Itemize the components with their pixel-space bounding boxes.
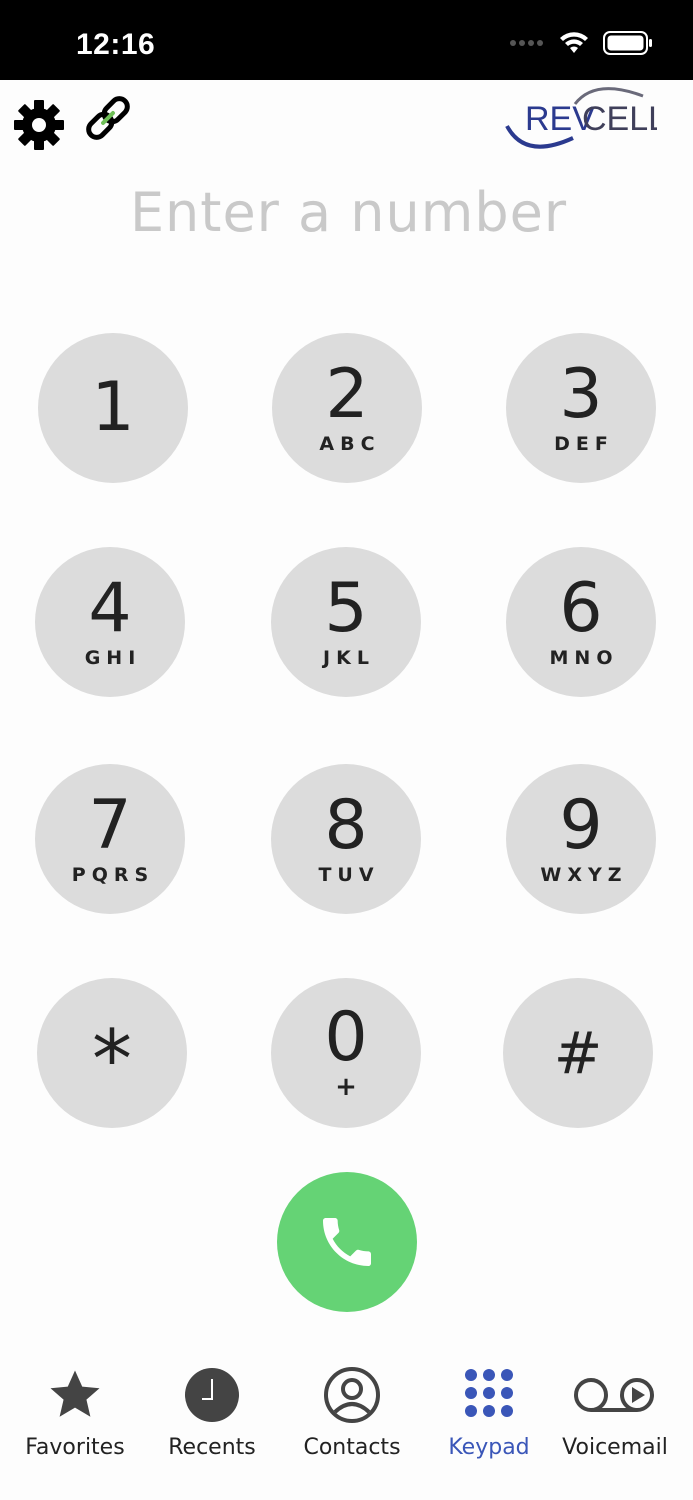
key-letters: WXYZ [540, 864, 628, 886]
revcell-logo: REV CELL [505, 82, 667, 152]
tab-label: Voicemail [562, 1435, 668, 1460]
key-letters: DEF [554, 433, 614, 455]
key-digit: 4 [88, 569, 132, 648]
phone-icon [323, 1218, 371, 1266]
key-digit: 7 [88, 786, 132, 865]
key-7[interactable]: 7 PQRS [35, 764, 185, 914]
key-digit: # [553, 1019, 603, 1087]
key-digit: 8 [324, 786, 368, 865]
key-star[interactable]: * [37, 978, 187, 1128]
tab-label: Favorites [25, 1435, 125, 1460]
chain-link-icon [86, 96, 130, 140]
signal-icon [510, 40, 543, 46]
clock-icon [184, 1362, 240, 1427]
number-input[interactable] [0, 180, 693, 245]
status-icons [495, 30, 653, 56]
status-time: 12:16 [76, 28, 156, 61]
key-digit: 9 [559, 786, 603, 865]
person-circle-icon [323, 1362, 381, 1427]
call-button[interactable] [277, 1172, 417, 1312]
tab-keypad[interactable]: Keypad [442, 1350, 536, 1460]
star-icon [46, 1362, 104, 1427]
key-letters: + [335, 1072, 357, 1102]
wifi-icon [560, 32, 588, 53]
tab-label: Recents [168, 1435, 256, 1460]
settings-button[interactable] [12, 98, 66, 157]
key-9[interactable]: 9 WXYZ [506, 764, 656, 914]
key-letters: GHI [84, 647, 142, 669]
key-4[interactable]: 4 GHI [35, 547, 185, 697]
key-digit: 5 [324, 569, 368, 648]
key-letters: MNO [549, 647, 619, 669]
logo-cell: CELL [582, 100, 657, 138]
key-digit: 6 [559, 569, 603, 648]
tab-bar: Favorites Recents Contacts Keypad Voicem… [0, 1350, 693, 1500]
key-letters: PQRS [71, 864, 155, 886]
link-button[interactable] [82, 92, 134, 149]
key-digit: 1 [91, 368, 135, 447]
tab-recents[interactable]: Recents [160, 1350, 264, 1460]
key-digit: 2 [325, 355, 369, 434]
tab-contacts[interactable]: Contacts [298, 1350, 406, 1460]
key-hash[interactable]: # [503, 978, 653, 1128]
voicemail-icon [573, 1362, 657, 1427]
key-3[interactable]: 3 DEF [506, 333, 656, 483]
key-letters: JKL [323, 647, 375, 669]
status-bar: 12:16 [0, 0, 693, 80]
tab-voicemail[interactable]: Voicemail [560, 1350, 670, 1460]
tab-favorites[interactable]: Favorites [20, 1350, 130, 1460]
tab-label: Keypad [448, 1435, 530, 1460]
key-2[interactable]: 2 ABC [272, 333, 422, 483]
battery-icon [603, 31, 652, 55]
key-6[interactable]: 6 MNO [506, 547, 656, 697]
key-letters: ABC [319, 433, 381, 455]
gear-icon [14, 100, 64, 150]
key-5[interactable]: 5 JKL [271, 547, 421, 697]
key-0[interactable]: 0 + [271, 978, 421, 1128]
tab-label: Contacts [303, 1435, 401, 1460]
key-digit: * [92, 1013, 132, 1106]
key-1[interactable]: 1 [38, 333, 188, 483]
key-digit: 0 [324, 998, 368, 1077]
key-digit: 3 [559, 355, 603, 434]
keypad-grid-icon [461, 1362, 517, 1427]
key-letters: TUV [318, 864, 380, 886]
key-8[interactable]: 8 TUV [271, 764, 421, 914]
